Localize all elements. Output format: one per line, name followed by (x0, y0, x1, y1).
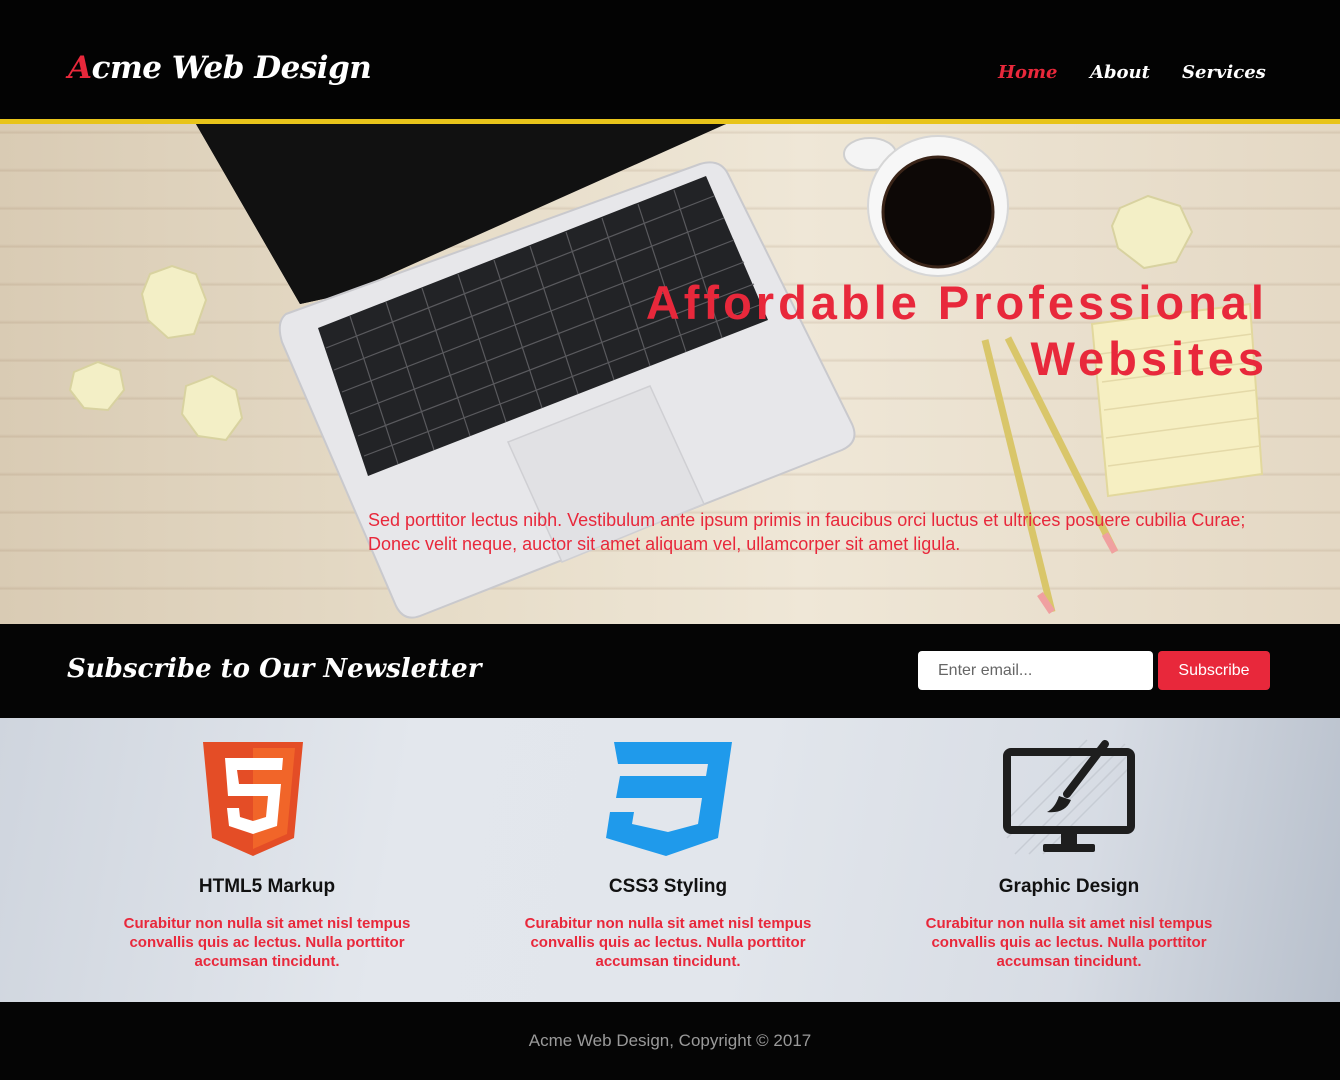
site-header: Acme Web Design Home About Services (0, 0, 1340, 119)
feature-box-css3: CSS3 Styling Curabitur non nulla sit ame… (518, 718, 818, 1002)
logo-accent-letter: A (68, 50, 92, 86)
newsletter-bar: Subscribe to Our Newsletter Subscribe (0, 624, 1340, 718)
hero-description: Sed porttitor lectus nibh. Vestibulum an… (368, 510, 1246, 554)
hero-title-line2: Websites (1030, 332, 1268, 385)
site-logo[interactable]: Acme Web Design (68, 50, 372, 86)
feature-boxes: HTML5 Markup Curabitur non nulla sit ame… (0, 718, 1340, 1002)
logo-text: cme Web Design (91, 50, 372, 86)
site-footer: Acme Web Design, Copyright © 2017 (0, 1002, 1340, 1080)
hero-showcase: Affordable Professional Websites Sed por… (0, 124, 1340, 624)
feature-box-graphic-design: Graphic Design Curabitur non nulla sit a… (919, 718, 1219, 1002)
html5-icon (203, 742, 303, 856)
subscribe-button[interactable]: Subscribe (1158, 651, 1270, 690)
hero-title-line1: Affordable Professional (645, 276, 1268, 329)
newsletter-title: Subscribe to Our Newsletter (67, 654, 482, 684)
feature-text: Curabitur non nulla sit amet nisl tempus… (524, 915, 812, 970)
feature-text: Curabitur non nulla sit amet nisl tempus… (925, 915, 1213, 970)
email-input[interactable] (918, 651, 1153, 690)
nav-home-link[interactable]: Home (998, 62, 1058, 83)
hero-title: Affordable Professional Websites (568, 275, 1268, 387)
footer-copyright: Acme Web Design, Copyright © 2017 (528, 1031, 812, 1050)
nav-about-link[interactable]: About (1090, 62, 1150, 83)
nav-services-link[interactable]: Services (1182, 62, 1266, 83)
feature-title: Graphic Design (998, 876, 1140, 897)
feature-text: Curabitur non nulla sit amet nisl tempus… (123, 915, 411, 970)
coffee-cup-icon (843, 135, 1009, 277)
css3-icon (606, 742, 732, 856)
graphic-design-icon (1003, 739, 1135, 855)
feature-title: HTML5 Markup (198, 876, 336, 897)
feature-box-html5: HTML5 Markup Curabitur non nulla sit ame… (117, 718, 417, 1002)
feature-title: CSS3 Styling (608, 876, 728, 897)
